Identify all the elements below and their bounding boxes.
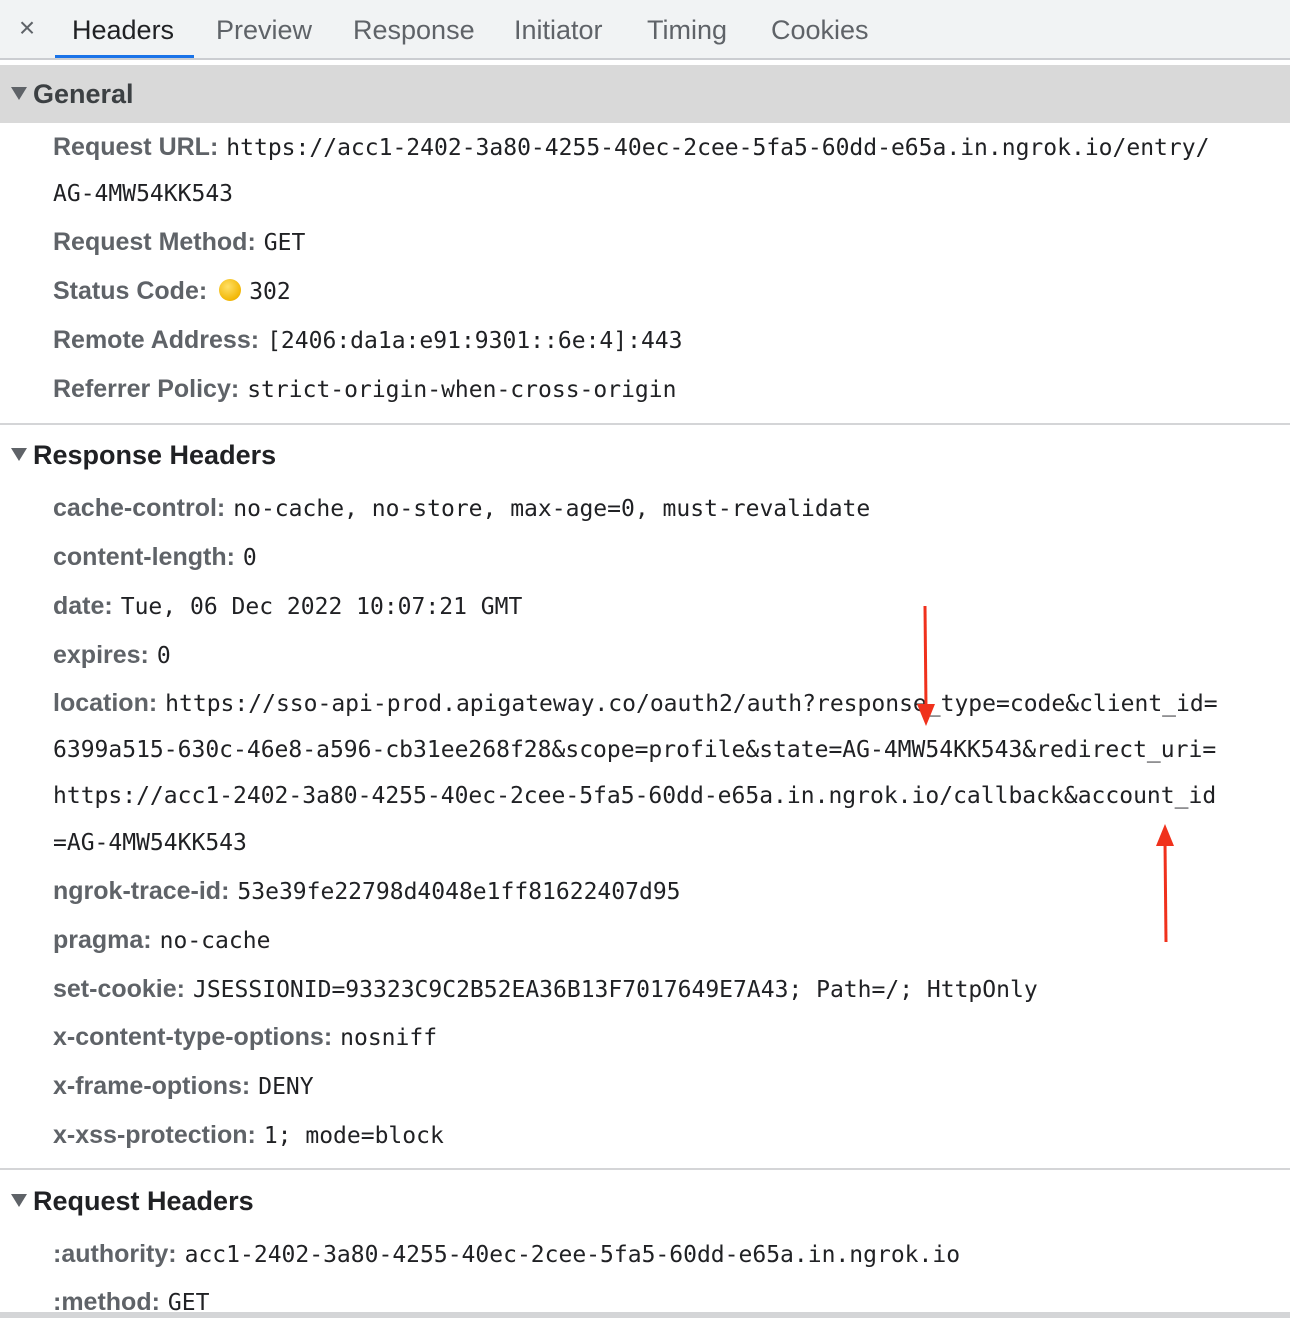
header-value: GET <box>167 1290 210 1312</box>
header-key: content-length: <box>53 543 235 571</box>
header-value: DENY <box>258 1074 314 1100</box>
header-value: [2406:da1a:e91:9301::6e:4]:443 <box>267 328 683 354</box>
header-key: Request URL: <box>53 133 219 161</box>
expand-triangle-icon[interactable] <box>11 448 27 461</box>
status-dot-icon <box>219 279 242 301</box>
header-value: 0 <box>156 643 171 669</box>
header-key: expires: <box>53 641 149 669</box>
header-value: GET <box>263 230 306 256</box>
header-value: 0 <box>242 545 257 571</box>
tab-cookies[interactable]: Cookies <box>771 0 869 60</box>
down-arrow-annotation-icon <box>917 605 935 726</box>
close-icon[interactable]: × <box>14 12 40 44</box>
section-header-request-headers[interactable]: Request Headers <box>0 1172 1290 1230</box>
header-key: :method: <box>53 1288 160 1312</box>
request-row-method: :method: GET <box>53 1282 209 1312</box>
header-key: x-xss-protection: <box>53 1121 256 1149</box>
expand-triangle-icon[interactable] <box>11 87 27 100</box>
section-divider <box>0 1168 1290 1170</box>
header-key: Referrer Policy: <box>53 375 240 403</box>
panel-bottom-border <box>0 1312 1290 1318</box>
section-title-general: General <box>33 79 134 109</box>
header-key: Request Method: <box>53 228 256 256</box>
header-value: 53e39fe22798d4048e1ff81622407d95 <box>237 879 681 905</box>
header-key: :authority: <box>53 1240 177 1268</box>
header-key: Status Code: <box>53 277 208 305</box>
header-value: Tue, 06 Dec 2022 10:07:21 GMT <box>120 594 523 620</box>
response-row-pragma: pragma: no-cache <box>53 920 270 960</box>
general-row-remote-address: Remote Address: [2406:da1a:e91:9301::6e:4… <box>53 320 683 360</box>
response-row-date: date: Tue, 06 Dec 2022 10:07:21 GMT <box>53 586 522 626</box>
header-key: Remote Address: <box>53 326 260 354</box>
header-value: https://acc1-2402-3a80-4255-40ec-2cee-5f… <box>226 135 1210 161</box>
location-continuation: =AG-4MW54KK543 <box>53 830 247 856</box>
tab-headers[interactable]: Headers <box>72 0 174 60</box>
response-row-content-length: content-length: 0 <box>53 537 257 577</box>
header-key: set-cookie: <box>53 975 185 1003</box>
response-row-location: location: https://sso-api-prod.apigateway… <box>53 683 1218 723</box>
location-continuation: 6399a515-630c-46e8-a596-cb31ee268f28&sco… <box>53 737 1217 763</box>
header-value: https://sso-api-prod.apigateway.co/oauth… <box>165 691 1218 717</box>
response-row-expires: expires: 0 <box>53 635 171 675</box>
devtools-tab-bar: × Headers Preview Response Initiator Tim… <box>0 0 1290 60</box>
header-key: location: <box>53 689 158 717</box>
header-key: x-frame-options: <box>53 1072 251 1100</box>
response-row-x-xss-protection: x-xss-protection: 1; mode=block <box>53 1115 444 1155</box>
header-value: no-cache, no-store, max-age=0, must-reva… <box>233 496 871 522</box>
section-title-response-headers: Response Headers <box>33 440 277 470</box>
section-header-response-headers[interactable]: Response Headers <box>0 426 1290 484</box>
response-row-x-frame-options: x-frame-options: DENY <box>53 1066 314 1106</box>
header-key: ngrok-trace-id: <box>53 877 230 905</box>
request-row-authority: :authority: acc1-2402-3a80-4255-40ec-2cee… <box>53 1234 960 1274</box>
tab-preview[interactable]: Preview <box>216 0 312 60</box>
active-tab-indicator <box>55 55 194 58</box>
section-divider <box>0 423 1290 425</box>
tab-timing[interactable]: Timing <box>647 0 727 60</box>
location-continuation: https://acc1-2402-3a80-4255-40ec-2cee-5f… <box>53 783 1217 809</box>
header-key: x-content-type-options: <box>53 1023 333 1051</box>
header-value: nosniff <box>340 1025 438 1051</box>
general-row-referrer-policy: Referrer Policy: strict-origin-when-cross… <box>53 369 676 409</box>
header-value: no-cache <box>159 928 271 954</box>
response-row-set-cookie: set-cookie: JSESSIONID=93323C9C2B52EA36B1… <box>53 969 1038 1009</box>
general-row-request-method: Request Method: GET <box>53 222 305 262</box>
header-key: pragma: <box>53 926 152 954</box>
section-header-general[interactable]: General <box>0 65 1290 123</box>
general-row-request-url: Request URL: https://acc1-2402-3a80-4255-… <box>53 127 1209 167</box>
header-value: JSESSIONID=93323C9C2B52EA36B13F7017649E7… <box>192 977 1038 1003</box>
header-value: acc1-2402-3a80-4255-40ec-2cee-5fa5-60dd-… <box>184 1242 961 1268</box>
request-url-continuation: AG-4MW54KK543 <box>53 181 234 207</box>
header-key: date: <box>53 592 113 620</box>
response-row-x-content-type-options: x-content-type-options: nosniff <box>53 1017 437 1057</box>
expand-triangle-icon[interactable] <box>11 1194 27 1207</box>
tab-response[interactable]: Response <box>353 0 475 60</box>
tab-initiator[interactable]: Initiator <box>514 0 603 60</box>
header-value: 302 <box>249 279 291 305</box>
header-value: strict-origin-when-cross-origin <box>247 377 677 403</box>
header-value: 1; mode=block <box>263 1123 444 1149</box>
response-row-ngrok-trace-id: ngrok-trace-id: 53e39fe22798d4048e1ff8162… <box>53 871 681 911</box>
up-arrow-annotation-icon <box>1156 824 1174 943</box>
section-title-request-headers: Request Headers <box>33 1186 254 1216</box>
general-row-status-code: Status Code: 302 <box>53 271 291 311</box>
header-key: cache-control: <box>53 494 226 522</box>
response-row-cache-control: cache-control: no-cache, no-store, max-ag… <box>53 488 870 528</box>
